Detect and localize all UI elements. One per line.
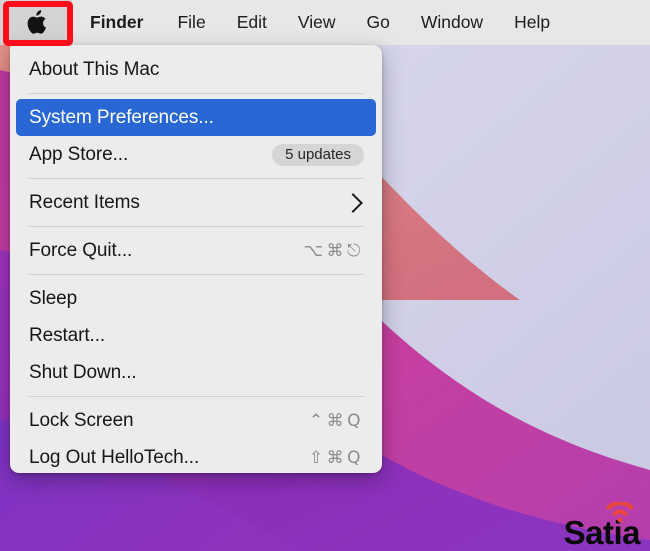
menu-item-label: Restart... <box>29 324 106 346</box>
menu-item-window[interactable]: Window <box>421 0 483 45</box>
menu-item-sleep[interactable]: Sleep <box>16 280 376 317</box>
menu-separator <box>29 274 364 275</box>
menu-item-label: App Store... <box>29 143 129 165</box>
menu-item-finder[interactable]: Finder <box>90 0 143 45</box>
menu-item-log-out[interactable]: Log Out HelloTech... ⇧⌘Q <box>16 439 376 473</box>
menu-item-label: About This Mac <box>29 58 160 80</box>
menu-item-label: Force Quit... <box>29 239 133 261</box>
menu-item-edit[interactable]: Edit <box>237 0 267 45</box>
menu-item-about-this-mac[interactable]: About This Mac <box>16 51 376 88</box>
shortcut-hint: ⇧⌘Q <box>308 447 364 468</box>
menu-item-restart[interactable]: Restart... <box>16 317 376 354</box>
menu-item-file[interactable]: File <box>177 0 205 45</box>
apple-menu-dropdown: About This Mac System Preferences... App… <box>10 45 382 473</box>
menu-item-recent-items[interactable]: Recent Items <box>16 184 376 221</box>
menu-item-go[interactable]: Go <box>366 0 389 45</box>
menu-item-label: System Preferences... <box>29 106 214 128</box>
menu-item-system-preferences[interactable]: System Preferences... <box>16 99 376 136</box>
apple-logo-icon <box>27 10 46 34</box>
menu-item-view[interactable]: View <box>298 0 336 45</box>
shortcut-hint: ⌥⌘⎋ <box>303 240 364 261</box>
apple-menu-button[interactable] <box>0 0 72 45</box>
shortcut-hint: ⌃⌘Q <box>308 410 364 431</box>
menu-item-label: Shut Down... <box>29 361 137 383</box>
menu-item-label: Lock Screen <box>29 409 134 431</box>
menu-item-help[interactable]: Help <box>514 0 550 45</box>
menu-item-app-store[interactable]: App Store... 5 updates <box>16 136 376 173</box>
menu-item-label: Log Out HelloTech... <box>29 446 200 468</box>
chevron-right-icon <box>343 192 363 213</box>
menu-item-label: Recent Items <box>29 191 140 213</box>
menu-separator <box>29 93 364 94</box>
menu-separator <box>29 226 364 227</box>
menu-item-lock-screen[interactable]: Lock Screen ⌃⌘Q <box>16 402 376 439</box>
menu-bar: Finder File Edit View Go Window Help <box>0 0 650 45</box>
menu-separator <box>29 178 364 179</box>
menu-separator <box>29 396 364 397</box>
desktop-screen: Finder File Edit View Go Window Help Abo… <box>0 0 650 551</box>
app-store-updates-badge: 5 updates <box>272 143 364 166</box>
menu-item-label: Sleep <box>29 287 78 309</box>
menu-item-shut-down[interactable]: Shut Down... <box>16 354 376 391</box>
menu-item-force-quit[interactable]: Force Quit... ⌥⌘⎋ <box>16 232 376 269</box>
